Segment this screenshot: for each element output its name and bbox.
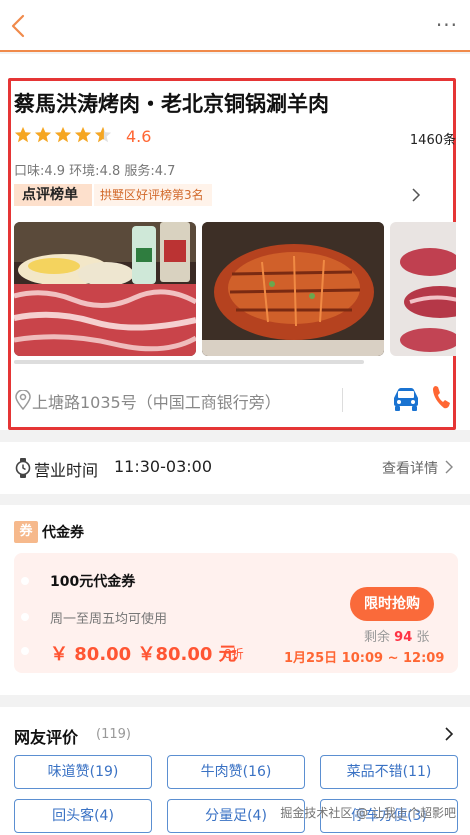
shop-name: 蔡馬洪涛烤肉・老北京铜锅涮羊肉 — [14, 92, 329, 116]
chevron-right-icon[interactable] — [410, 188, 422, 202]
gallery-scrollbar[interactable] — [14, 360, 364, 364]
chevron-right-icon[interactable] — [444, 727, 454, 741]
review-tag[interactable]: 回头客(4) — [14, 799, 152, 833]
remaining-suffix: 张 — [416, 630, 430, 645]
remaining-count: 94 — [394, 630, 413, 645]
rank-list-tag[interactable]: 点评榜单 — [14, 184, 92, 206]
watermark: 掘金技术社区 @ 让我上个超影吧 — [280, 806, 456, 820]
sale-time-window: 1月25日 10:09 ~ 12:09 — [284, 651, 445, 666]
phone-icon[interactable] — [430, 382, 454, 412]
view-details-link[interactable]: 查看详情 — [382, 458, 438, 478]
bullet-dot — [21, 613, 29, 621]
divider — [342, 388, 343, 412]
shop-info-card: 蔡馬洪涛烤肉・老北京铜锅涮羊肉 4.6 1460条 口味:4.9 环境:4.8 … — [0, 54, 470, 430]
voucher-price: ￥ 80.00 ￥80.00 元 — [50, 644, 237, 665]
voucher-name: 100元代金券 — [50, 574, 136, 590]
watch-clock-icon — [15, 458, 31, 478]
rank-description[interactable]: 拱墅区好评榜第3名 — [94, 184, 212, 206]
hours-value: 11:30-03:00 — [114, 457, 212, 476]
photo-gallery[interactable] — [14, 222, 456, 356]
location-pin-icon — [15, 390, 31, 410]
voucher-section: 券 代金券 100元代金券 周一至周五均可使用 ￥ 80.00 ￥80.00 元… — [0, 505, 470, 695]
bullet-dot — [21, 577, 29, 585]
review-tag[interactable]: 菜品不错(11) — [320, 755, 458, 789]
discount-label: 8折 — [224, 647, 244, 661]
top-nav-bar: ··· — [0, 0, 470, 52]
star-icon — [74, 126, 92, 143]
star-icon — [14, 126, 32, 143]
food-photo-bbq-platter[interactable] — [14, 222, 196, 356]
chevron-right-icon[interactable] — [444, 460, 454, 474]
voucher-section-title: 代金券 — [42, 525, 84, 541]
voucher-badge-icon: 券 — [14, 521, 38, 543]
star-rating — [14, 126, 112, 148]
hours-label: 营业时间 — [34, 461, 99, 480]
shop-address[interactable]: 上塘路1035号（中国工商银行旁） — [32, 389, 281, 413]
food-photo-roast-lamb[interactable] — [202, 222, 384, 356]
flash-buy-button[interactable]: 限时抢购 — [350, 587, 434, 621]
voucher-card[interactable]: 100元代金券 周一至周五均可使用 ￥ 80.00 ￥80.00 元 8折 限时… — [14, 553, 458, 673]
remaining-prefix: 剩余 — [364, 630, 391, 645]
star-icon — [34, 126, 52, 143]
half-star-icon — [94, 126, 112, 143]
reviews-count: (119) — [96, 727, 131, 742]
back-arrow-icon[interactable] — [8, 12, 32, 40]
star-icon — [54, 126, 72, 143]
reviews-title[interactable]: 网友评价 — [14, 724, 78, 748]
rating-score: 4.6 — [126, 127, 152, 146]
sub-scores: 口味:4.9 环境:4.8 服务:4.7 — [14, 164, 176, 179]
voucher-condition: 周一至周五均可使用 — [50, 612, 168, 627]
bullet-dot — [21, 647, 29, 655]
review-tag[interactable]: 牛肉赞(16) — [167, 755, 305, 789]
business-hours-row[interactable]: 营业时间 11:30-03:00 查看详情 — [0, 442, 470, 494]
car-navigation-icon[interactable] — [390, 384, 422, 414]
review-tag[interactable]: 味道赞(19) — [14, 755, 152, 789]
more-options-icon[interactable]: ··· — [436, 15, 458, 35]
food-photo-raw-beef[interactable] — [390, 222, 456, 356]
remaining-stock: 剩余 94 张 — [364, 626, 429, 645]
review-count[interactable]: 1460条 — [410, 129, 456, 148]
